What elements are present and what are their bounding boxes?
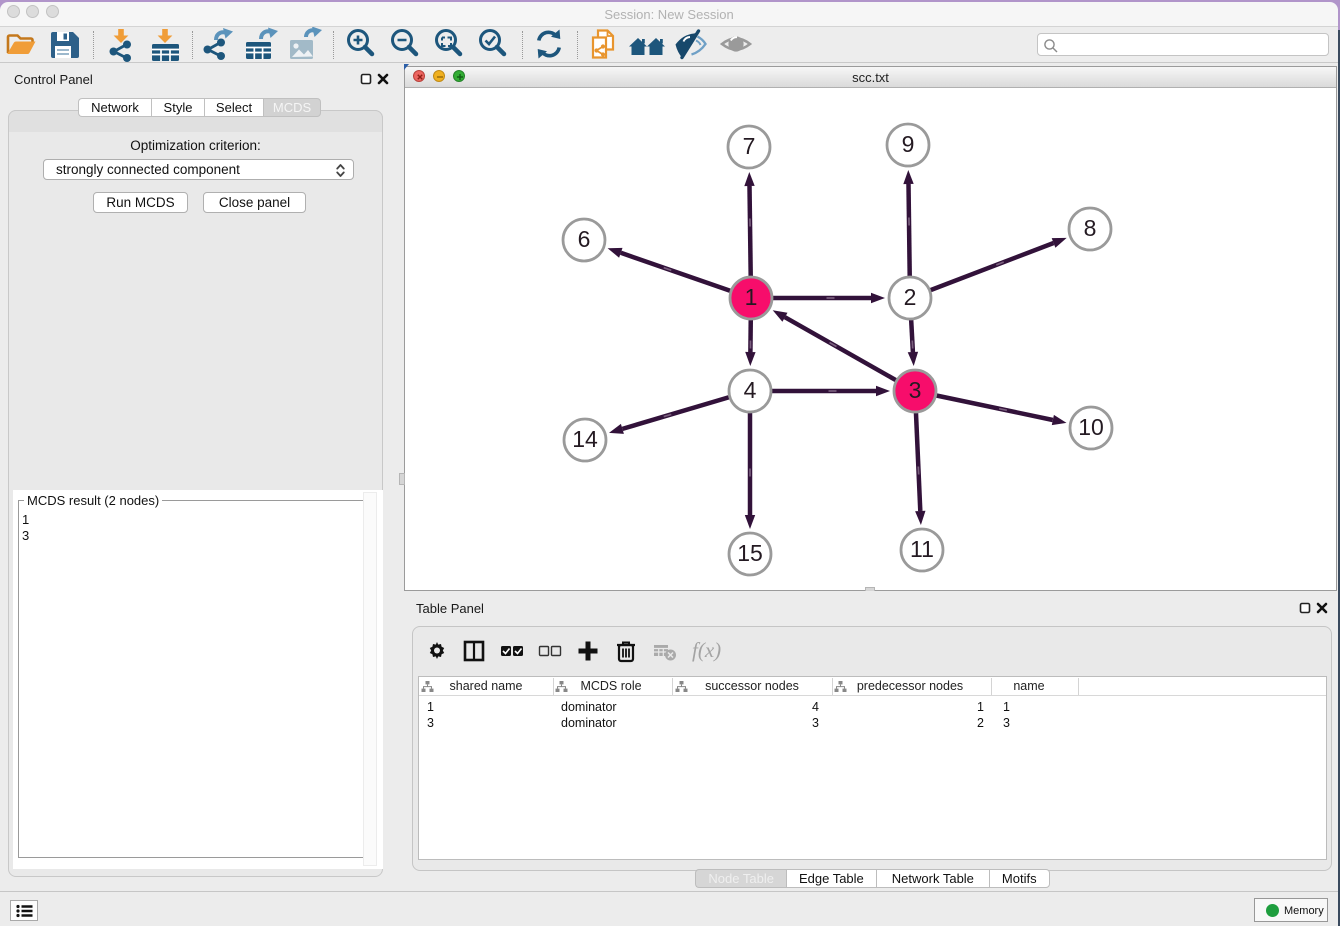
svg-text:14: 14 — [572, 426, 598, 452]
svg-text:8: 8 — [1084, 215, 1097, 241]
svg-text:f(x): f(x) — [692, 638, 721, 662]
svg-text:1: 1 — [745, 284, 758, 310]
svg-text:6: 6 — [578, 226, 591, 252]
svg-text:7: 7 — [743, 133, 756, 159]
svg-text:10: 10 — [1078, 414, 1104, 440]
svg-text:11: 11 — [910, 536, 934, 562]
svg-text:4: 4 — [744, 377, 757, 403]
svg-text:3: 3 — [909, 377, 922, 403]
svg-text:9: 9 — [902, 131, 915, 157]
svg-text:15: 15 — [737, 540, 763, 566]
svg-text:2: 2 — [904, 284, 917, 310]
